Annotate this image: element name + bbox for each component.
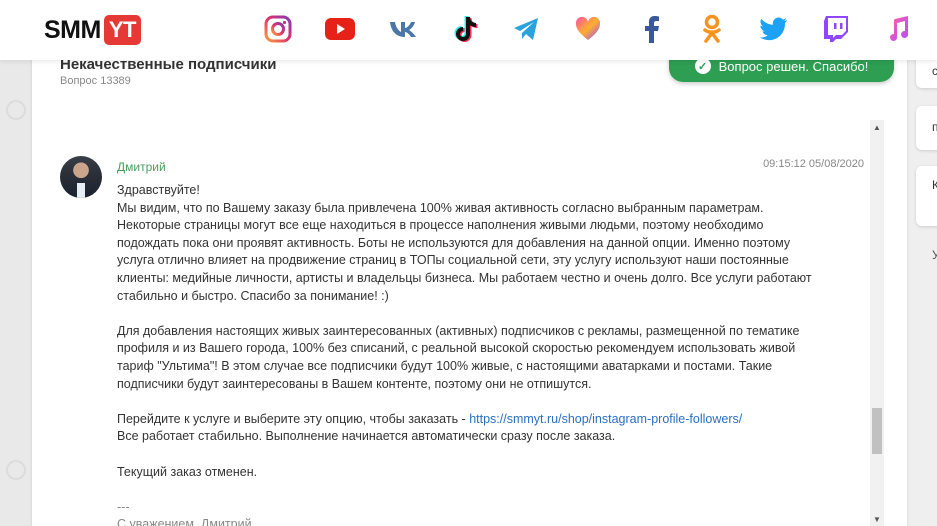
smiley-icon — [6, 460, 26, 480]
message-timestamp: 09:15:12 05/08/2020 — [763, 158, 864, 170]
side-card[interactable]: К — [916, 166, 937, 226]
top-bar: SMM YT — [0, 0, 937, 60]
ticket-panel: Некачественные подписчики Вопрос 13389 ✓… — [32, 48, 907, 526]
side-card[interactable]: п — [916, 106, 937, 150]
scroll-down-icon[interactable]: ▼ — [872, 514, 882, 524]
message-paragraph: Текущий заказ отменен. — [117, 464, 258, 479]
twitter-icon[interactable] — [759, 14, 789, 44]
signature: С уважением, Дмитрий — [117, 517, 252, 526]
youtube-icon[interactable] — [325, 14, 355, 44]
likee-icon[interactable] — [573, 14, 603, 44]
message-paragraph: Для добавления настоящих живых заинтерес… — [117, 323, 800, 391]
signature-divider: --- — [117, 499, 130, 514]
scrollbar[interactable]: ▲ ▼ — [870, 120, 884, 526]
message-author: Дмитрий — [117, 160, 166, 174]
logo-yt: YT — [103, 15, 141, 45]
logo-smm: SMM — [44, 15, 101, 44]
check-icon: ✓ — [694, 58, 711, 74]
facebook-icon[interactable] — [636, 14, 666, 44]
message-body: Здравствуйте! Мы видим, что по Вашему за… — [117, 182, 817, 526]
scroll-thumb[interactable] — [872, 408, 882, 454]
resolved-label: Вопрос решен. Спасибо! — [718, 58, 869, 74]
message-paragraph: Перейдите к услуге и выберите эту опцию,… — [117, 411, 743, 426]
scroll-up-icon[interactable]: ▲ — [872, 122, 882, 132]
message-greeting: Здравствуйте! — [117, 183, 200, 197]
telegram-icon[interactable] — [511, 14, 541, 44]
twitch-icon[interactable] — [821, 14, 851, 44]
instagram-icon[interactable] — [263, 14, 293, 44]
avatar — [60, 156, 102, 198]
vk-icon[interactable] — [388, 14, 418, 44]
odnoklassniki-icon[interactable] — [697, 14, 727, 44]
message-paragraph: Мы видим, что по Вашему заказу была прив… — [117, 200, 812, 303]
logo[interactable]: SMM YT — [44, 14, 141, 46]
service-link[interactable]: https://smmyt.ru/shop/instagram-profile-… — [469, 412, 742, 426]
side-text: У — [932, 248, 937, 262]
background-strip — [0, 60, 32, 526]
chat-area[interactable]: Дмитрий 09:15:12 05/08/2020 Здравствуйте… — [60, 120, 868, 526]
apple-music-icon[interactable] — [883, 14, 913, 44]
ticket-number: Вопрос 13389 — [60, 75, 131, 87]
smiley-icon — [6, 100, 26, 120]
tiktok-icon[interactable] — [450, 14, 480, 44]
message-paragraph: Все работает стабильно. Выполнение начин… — [117, 429, 616, 444]
